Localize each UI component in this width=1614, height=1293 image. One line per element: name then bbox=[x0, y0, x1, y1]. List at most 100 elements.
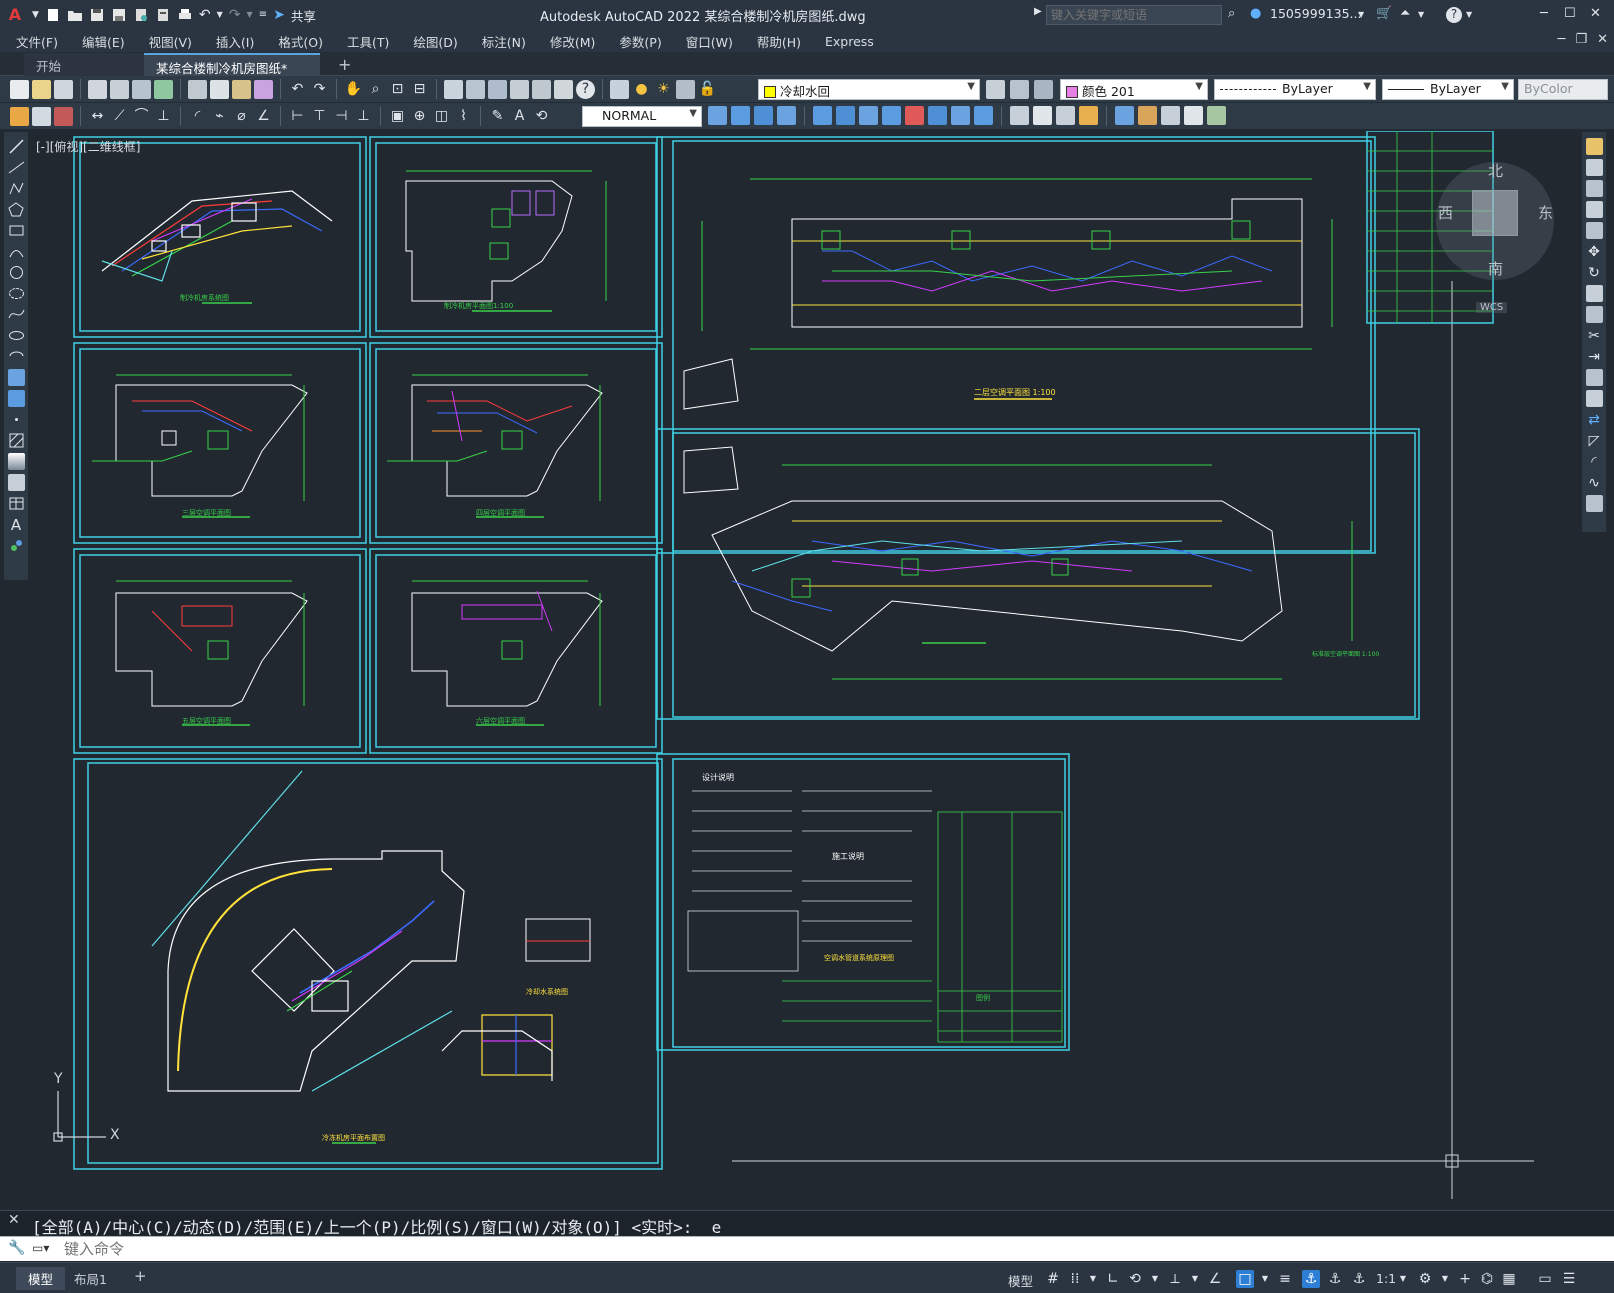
ellipse-arc-icon[interactable] bbox=[8, 348, 25, 365]
edit-hatch-icon[interactable] bbox=[1184, 106, 1203, 125]
trim-icon[interactable] bbox=[928, 106, 947, 125]
isodraft-icon[interactable]: ⟂ bbox=[1166, 1270, 1184, 1288]
tab-start[interactable]: 开始 bbox=[24, 53, 144, 76]
radius-icon[interactable]: ◜ bbox=[188, 107, 207, 126]
polygon-icon[interactable] bbox=[7, 201, 25, 218]
jogged-linear-icon[interactable]: ⌇ bbox=[454, 107, 473, 126]
match-properties-icon[interactable] bbox=[254, 79, 273, 99]
save-to-web-icon[interactable] bbox=[155, 7, 171, 23]
command-close-icon[interactable]: ✕ bbox=[8, 1212, 20, 1228]
viewcube-south[interactable]: 南 bbox=[1488, 258, 1503, 279]
user-dropdown-icon[interactable]: ▼ bbox=[1358, 10, 1364, 19]
sheet-set-icon[interactable] bbox=[510, 79, 529, 99]
menu-window[interactable]: 窗口(W) bbox=[686, 32, 733, 51]
plot-icon[interactable] bbox=[177, 7, 193, 23]
dim-style-icon[interactable] bbox=[708, 106, 727, 125]
app-menu-chevron-icon[interactable]: ▼ bbox=[32, 6, 39, 24]
circle-icon[interactable] bbox=[8, 264, 25, 281]
model-space-button[interactable]: 模型 bbox=[1008, 1271, 1033, 1290]
tab-document[interactable]: 某综合楼制冷机房图纸* bbox=[144, 53, 320, 76]
layer-lock-icon[interactable]: 🔓 bbox=[698, 80, 717, 99]
linear-dim-icon[interactable]: ↔ bbox=[88, 107, 107, 126]
grid-icon[interactable]: # bbox=[1044, 1270, 1062, 1288]
layer-sun-icon[interactable]: ☀ bbox=[654, 80, 673, 99]
tolerance-icon[interactable]: ▣ bbox=[388, 107, 407, 126]
menu-view[interactable]: 视图(V) bbox=[149, 32, 192, 51]
menu-help[interactable]: 帮助(H) bbox=[757, 32, 801, 51]
gradient-icon[interactable] bbox=[7, 453, 25, 470]
construction-line-icon[interactable] bbox=[8, 159, 25, 176]
share-label[interactable]: 共享 bbox=[291, 6, 316, 25]
save-icon[interactable] bbox=[89, 7, 105, 23]
zoom-realtime-icon[interactable]: ⌕ bbox=[366, 80, 385, 99]
user-icon[interactable]: ● bbox=[1250, 6, 1261, 21]
minimize-button[interactable]: ─ bbox=[1540, 6, 1548, 21]
make-block-icon[interactable] bbox=[7, 390, 25, 407]
tab-model[interactable]: 模型 bbox=[16, 1267, 66, 1290]
open-icon[interactable] bbox=[32, 79, 51, 99]
insert-block-icon[interactable] bbox=[7, 369, 25, 386]
add-layout-button[interactable]: + bbox=[122, 1265, 159, 1287]
doc-close-icon[interactable]: ✕ bbox=[1597, 32, 1608, 47]
object-snap-icon[interactable]: □ bbox=[1236, 1270, 1254, 1288]
annotation-plus-icon[interactable]: + bbox=[1456, 1270, 1474, 1288]
table-icon[interactable] bbox=[8, 495, 25, 512]
command-recent-icon[interactable]: ▭▾ bbox=[32, 1241, 49, 1255]
ortho-icon[interactable]: ∟ bbox=[1104, 1270, 1122, 1288]
join-side-icon[interactable]: ⇄ bbox=[1586, 411, 1603, 428]
properties-icon[interactable] bbox=[444, 79, 463, 99]
zoom-previous-icon[interactable]: ⊟ bbox=[410, 80, 429, 99]
open-file-icon[interactable] bbox=[67, 7, 83, 23]
close-button[interactable]: ✕ bbox=[1590, 6, 1601, 21]
save-as-icon[interactable] bbox=[111, 7, 127, 23]
design-center-icon[interactable] bbox=[466, 79, 485, 99]
search-expand-icon[interactable]: ▶ bbox=[1034, 6, 1042, 17]
break-icon[interactable] bbox=[974, 106, 993, 125]
point-icon[interactable] bbox=[8, 411, 25, 428]
menu-draw[interactable]: 绘图(D) bbox=[413, 32, 457, 51]
edit-spline-icon[interactable] bbox=[1161, 106, 1180, 125]
redo-icon[interactable]: ↷ bbox=[229, 6, 241, 24]
dimstyle-dropdown[interactable]: NORMAL ▼ bbox=[582, 106, 702, 127]
annotation-visibility-icon[interactable]: ⚓ bbox=[1326, 1270, 1344, 1288]
workspace-dropdown-icon[interactable]: ▼ bbox=[1436, 1270, 1454, 1288]
region-icon[interactable] bbox=[7, 474, 25, 491]
chamfer-icon[interactable] bbox=[1033, 106, 1052, 125]
menu-tools[interactable]: 工具(T) bbox=[347, 32, 389, 51]
offset-side-icon[interactable] bbox=[1585, 201, 1603, 218]
maximize-button[interactable]: ☐ bbox=[1564, 6, 1576, 21]
express-icon[interactable] bbox=[54, 106, 73, 126]
user-name[interactable]: 1505999135... bbox=[1270, 6, 1361, 21]
offset-icon[interactable] bbox=[777, 106, 796, 125]
layer-bulb-icon[interactable]: ● bbox=[632, 80, 651, 99]
fillet-side-icon[interactable]: ◜ bbox=[1586, 453, 1603, 470]
viewcube[interactable]: 北 南 东 西 bbox=[1436, 162, 1554, 280]
wcs-menu[interactable]: WCS bbox=[1476, 302, 1508, 313]
menu-insert[interactable]: 插入(I) bbox=[216, 32, 254, 51]
doc-minimize-icon[interactable]: ─ bbox=[1558, 32, 1566, 47]
isodraft-dropdown-icon[interactable]: ▼ bbox=[1186, 1270, 1204, 1288]
mirror-icon[interactable] bbox=[754, 106, 773, 125]
copy-icon[interactable] bbox=[210, 79, 229, 99]
continue-icon[interactable]: ⊣ bbox=[332, 107, 351, 126]
autodesk-app-icon[interactable]: ⏶ bbox=[1400, 6, 1410, 21]
tool-palettes-icon[interactable] bbox=[488, 79, 507, 99]
move-icon[interactable] bbox=[836, 106, 855, 125]
paste-icon[interactable] bbox=[232, 79, 251, 99]
rotate-side-icon[interactable]: ↻ bbox=[1586, 264, 1603, 281]
stretch-side-icon[interactable] bbox=[1585, 306, 1603, 323]
arc-length-icon[interactable]: ⌒ bbox=[132, 107, 151, 126]
layer-freeze-vp-icon[interactable] bbox=[676, 79, 695, 99]
menu-format[interactable]: 格式(O) bbox=[278, 32, 323, 51]
menu-parametric[interactable]: 参数(P) bbox=[619, 32, 661, 51]
cut-icon[interactable] bbox=[188, 79, 207, 99]
tab-layout1[interactable]: 布局1 bbox=[62, 1267, 119, 1290]
share-icon[interactable]: ➤ bbox=[273, 6, 285, 24]
center-mark-icon[interactable]: ⊕ bbox=[410, 107, 429, 126]
undo-icon[interactable]: ↶ bbox=[288, 80, 307, 99]
menu-express[interactable]: Express bbox=[825, 34, 874, 49]
plot-icon[interactable] bbox=[88, 79, 107, 99]
explode-side-icon[interactable] bbox=[1585, 495, 1603, 512]
calculator-icon[interactable] bbox=[554, 79, 573, 99]
redo-dropdown-icon[interactable]: ▼ bbox=[247, 6, 253, 24]
